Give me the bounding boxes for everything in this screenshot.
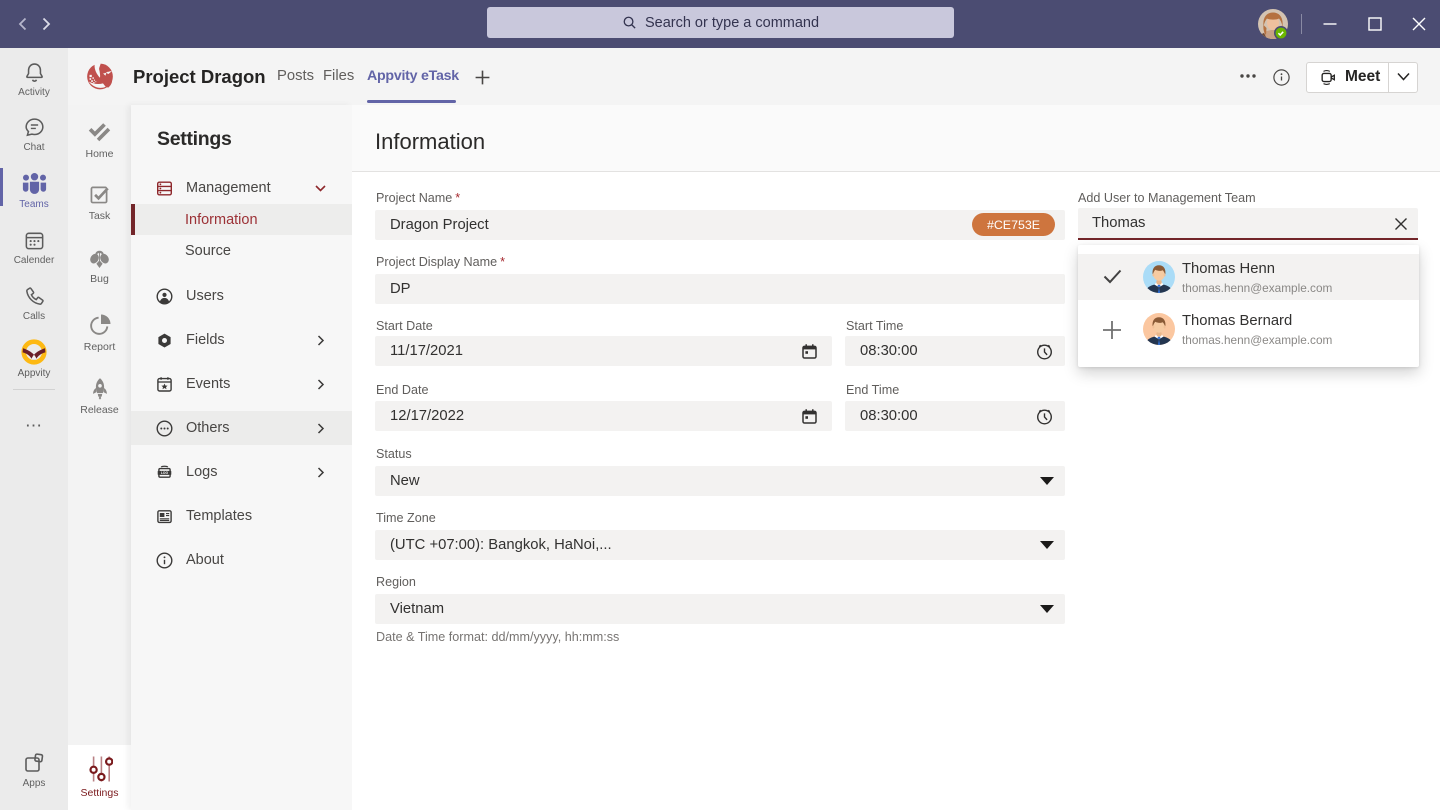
svg-text:LOG: LOG <box>161 471 169 475</box>
